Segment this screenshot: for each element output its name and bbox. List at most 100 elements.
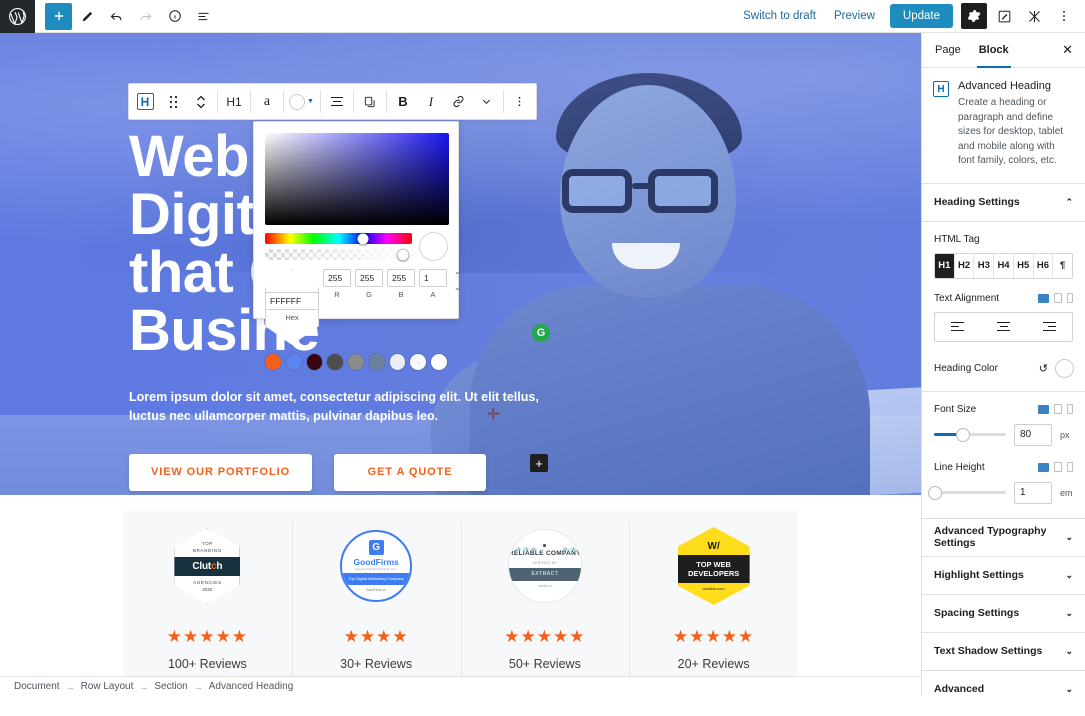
reset-color-icon[interactable]: ↺ (1039, 362, 1048, 375)
alpha-slider[interactable] (265, 249, 412, 260)
desktop-device-icon[interactable] (1038, 462, 1049, 472)
desktop-device-icon[interactable] (1038, 293, 1049, 303)
blue-input[interactable] (387, 269, 415, 287)
wordpress-logo-icon[interactable] (0, 0, 35, 33)
switch-to-draft-button[interactable]: Switch to draft (736, 10, 823, 22)
color-value-fields: Hex R G B A ⌃ ⌄ (265, 269, 461, 345)
red-input[interactable] (323, 269, 351, 287)
align-center-button[interactable] (981, 313, 1027, 341)
heading-level-button[interactable]: H1 (220, 87, 248, 117)
top-bar-kebab-menu-icon[interactable] (1051, 3, 1077, 29)
view-portfolio-button[interactable]: VIEW OUR PORTFOLIO (129, 453, 313, 491)
html-tag-paragraph[interactable]: ¶ (1053, 254, 1072, 278)
preview-button[interactable]: Preview (827, 10, 882, 22)
typography-button[interactable]: a (253, 87, 281, 117)
hero-paragraph[interactable]: Lorem ipsum dolor sit amet, consectetur … (129, 388, 574, 427)
color-swatch-6[interactable] (389, 354, 406, 370)
panel-advanced[interactable]: Advanced ⌄ (922, 671, 1085, 697)
html-tag-h1[interactable]: H1 (935, 253, 955, 278)
move-up-down-icon[interactable] (187, 87, 215, 117)
hue-slider[interactable] (265, 233, 412, 244)
align-button[interactable] (323, 87, 351, 117)
duplicate-copy-icon[interactable] (356, 87, 384, 117)
html-tag-label: HTML Tag (934, 234, 1073, 245)
panel-advanced-typography-settings[interactable]: Advanced Typography Settings ⌄ (922, 519, 1085, 557)
plugin-icon[interactable] (1021, 3, 1047, 29)
panel-label: Highlight Settings (934, 569, 1024, 581)
line-height-input[interactable] (1014, 481, 1052, 504)
color-swatch-4[interactable] (348, 354, 364, 370)
tab-page[interactable]: Page (926, 33, 970, 68)
text-color-button[interactable]: ▼ (286, 87, 318, 117)
breadcrumb-item-document[interactable]: Document (14, 681, 60, 692)
chevron-down-icon: ⌄ (1065, 607, 1073, 618)
align-left-button[interactable] (935, 313, 981, 341)
more-formatting-chevron-down-icon[interactable] (473, 87, 501, 117)
redo-icon (132, 3, 159, 30)
line-height-slider[interactable] (929, 486, 1006, 499)
panel-spacing-settings[interactable]: Spacing Settings ⌄ (922, 595, 1085, 633)
font-size-slider-row: px (934, 423, 1073, 446)
clutch-badge-icon: TOP BRANDING Clutch AGENCIES 2020 (174, 527, 241, 605)
align-right-button[interactable] (1026, 313, 1072, 341)
saturation-value-area[interactable] (265, 133, 449, 225)
color-swatch-2[interactable] (306, 354, 323, 370)
html-tag-h3[interactable]: H3 (974, 253, 995, 278)
chevron-up-icon[interactable]: ⌃ (454, 270, 461, 282)
alpha-input[interactable] (419, 269, 447, 287)
add-block-button[interactable] (45, 2, 72, 30)
color-swatch-7[interactable] (410, 354, 427, 370)
update-button[interactable]: Update (889, 4, 953, 28)
tablet-device-icon[interactable] (1054, 293, 1062, 303)
mobile-device-icon[interactable] (1067, 404, 1073, 414)
awards-strip: TOP BRANDING Clutch AGENCIES 2020 ★★★★★ … (123, 511, 798, 696)
list-view-icon[interactable] (190, 3, 217, 30)
details-info-icon[interactable] (161, 3, 188, 30)
edit-box-icon[interactable] (991, 3, 1017, 29)
panel-highlight-settings[interactable]: Highlight Settings ⌄ (922, 557, 1085, 595)
font-size-input[interactable] (1014, 423, 1052, 446)
color-swatch-1[interactable] (285, 354, 302, 370)
color-swatch-0[interactable] (265, 354, 281, 370)
link-icon[interactable] (445, 87, 473, 117)
breadcrumb-item-section[interactable]: Section (154, 681, 187, 692)
breadcrumb-item-row-layout[interactable]: Row Layout (81, 681, 134, 692)
tools-pencil-icon[interactable] (74, 3, 101, 30)
tablet-device-icon[interactable] (1054, 462, 1062, 472)
drag-handle-icon[interactable] (159, 87, 187, 117)
desktop-device-icon[interactable] (1038, 404, 1049, 414)
bold-button[interactable]: B (389, 87, 417, 117)
heading-color-label: Heading Color (934, 362, 998, 374)
color-picker-popover[interactable]: Hex R G B A ⌃ ⌄ (253, 121, 461, 370)
tablet-device-icon[interactable] (1054, 404, 1062, 414)
heading-color-swatch[interactable] (1056, 359, 1073, 377)
html-tag-h5[interactable]: H5 (1014, 253, 1034, 278)
panel-text-shadow-settings[interactable]: Text Shadow Settings ⌄ (922, 633, 1085, 671)
mobile-device-icon[interactable] (1067, 462, 1073, 472)
color-swatch-3[interactable] (327, 354, 344, 370)
settings-sidebar: Page Block ✕ H Advanced Heading Create a… (921, 33, 1085, 696)
settings-gear-icon[interactable] (961, 3, 987, 29)
italic-button[interactable]: I (417, 87, 445, 117)
close-icon[interactable]: ✕ (1062, 42, 1081, 58)
tab-block[interactable]: Block (970, 33, 1018, 68)
green-input[interactable] (355, 269, 383, 287)
font-size-slider[interactable] (934, 428, 1006, 441)
chevron-down-icon[interactable]: ⌄ (454, 282, 461, 294)
block-type-heading-icon[interactable]: H (131, 87, 159, 117)
hex-input[interactable] (265, 292, 319, 310)
undo-icon[interactable] (103, 3, 130, 30)
get-a-quote-button[interactable]: GET A QUOTE (334, 453, 487, 491)
html-tag-h2[interactable]: H2 (955, 253, 975, 278)
block-options-kebab-menu-icon[interactable] (506, 87, 534, 117)
color-format-stepper[interactable]: ⌃ ⌄ (454, 269, 461, 293)
html-tag-h4[interactable]: H4 (994, 253, 1014, 278)
html-tag-h6[interactable]: H6 (1034, 253, 1054, 278)
block-toolbar: H H1 a ▼ B I (128, 83, 537, 120)
panel-heading-settings[interactable]: Heading Settings ⌃ (922, 184, 1085, 222)
color-swatch-5[interactable] (368, 354, 385, 370)
breadcrumb-item-advanced-heading[interactable]: Advanced Heading (209, 681, 294, 692)
color-swatch-8[interactable] (431, 354, 448, 370)
mobile-device-icon[interactable] (1067, 293, 1073, 303)
canvas-block-inserter-button[interactable]: + (530, 454, 548, 472)
